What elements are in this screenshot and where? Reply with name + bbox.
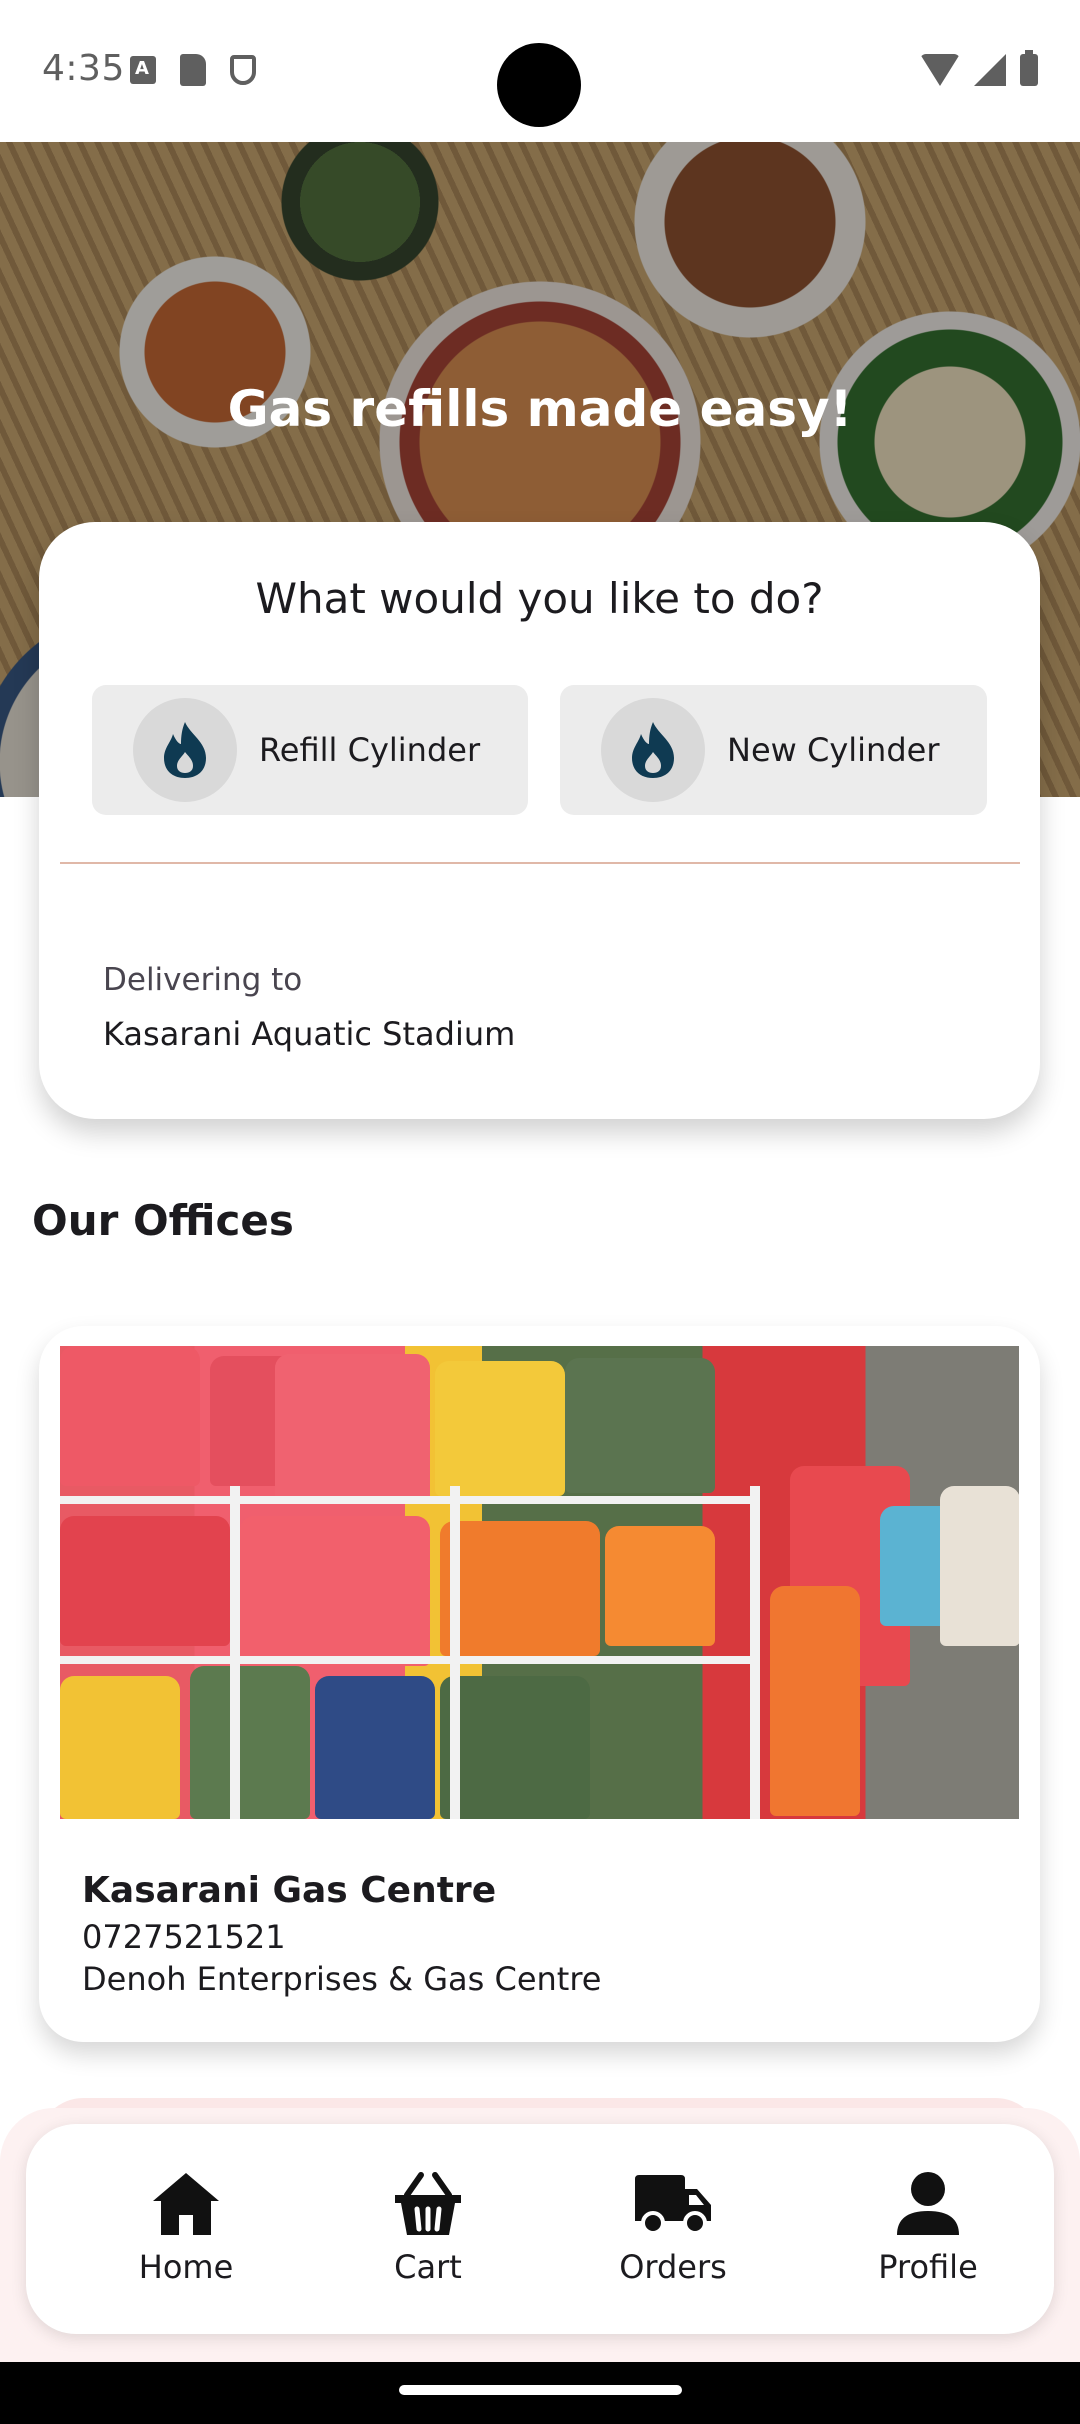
offices-section-title: Our Offices (32, 1196, 294, 1245)
delivering-to-label: Delivering to (103, 962, 303, 998)
nav-orders[interactable]: Orders (583, 2164, 763, 2286)
cylinder-shape (940, 1486, 1019, 1646)
cylinder-shape (240, 1516, 430, 1666)
home-icon (96, 2164, 276, 2244)
nav-cart-label: Cart (394, 2248, 462, 2286)
rack-bar (750, 1486, 760, 1819)
flame-icon (632, 722, 674, 778)
app-screen: 4:35 Gas refills made easy! What would y… (0, 0, 1080, 2424)
status-bar: 4:35 (0, 0, 1080, 142)
new-cylinder-label: New Cylinder (727, 731, 940, 769)
nav-orders-label: Orders (619, 2248, 727, 2286)
nav-home[interactable]: Home (96, 2164, 276, 2286)
nav-profile[interactable]: Profile (838, 2164, 1018, 2286)
a-notification-icon (130, 56, 156, 84)
battery-icon (1020, 50, 1038, 86)
cylinder-shape (440, 1521, 600, 1656)
action-card: What would you like to do? Refill Cylind… (39, 522, 1040, 1119)
cylinder-shape (315, 1676, 435, 1819)
rack-bar (450, 1486, 460, 1819)
sd-card-icon (180, 54, 206, 86)
cylinder-shape (275, 1354, 430, 1504)
new-cylinder-button[interactable]: New Cylinder (560, 685, 987, 815)
rack-bar (60, 1656, 760, 1664)
shield-icon (230, 55, 256, 85)
cylinder-shape (605, 1526, 715, 1646)
card-question: What would you like to do? (255, 574, 824, 623)
cylinder-shape (190, 1666, 310, 1819)
flame-icon-container (601, 698, 705, 802)
rack-bar (230, 1486, 240, 1819)
refill-cylinder-button[interactable]: Refill Cylinder (92, 685, 528, 815)
office-photo (60, 1346, 1019, 1819)
rack-bar (60, 1496, 760, 1504)
card-divider (60, 862, 1020, 864)
person-icon (838, 2164, 1018, 2244)
cylinder-shape (60, 1516, 230, 1646)
flame-icon-container (133, 698, 237, 802)
nav-home-label: Home (138, 2248, 234, 2286)
cylinder-shape (60, 1346, 200, 1486)
flame-icon (164, 722, 206, 778)
cylinder-shape (435, 1361, 565, 1496)
nav-profile-label: Profile (878, 2248, 978, 2286)
office-company: Denoh Enterprises & Gas Centre (82, 1960, 602, 1998)
bottom-navigation: Home Cart Orders Profile (26, 2124, 1054, 2334)
nav-cart[interactable]: Cart (338, 2164, 518, 2286)
status-icons-left (130, 54, 256, 86)
wifi-icon (920, 54, 960, 86)
status-icons-right (920, 50, 1038, 86)
office-name: Kasarani Gas Centre (82, 1870, 497, 1911)
gesture-handle[interactable] (399, 2385, 682, 2395)
hero-title: Gas refills made easy! (227, 380, 853, 438)
basket-icon (338, 2164, 518, 2244)
delivery-location[interactable]: Kasarani Aquatic Stadium (103, 1015, 515, 1053)
office-phone[interactable]: 0727521521 (82, 1918, 286, 1956)
cylinder-shape (440, 1676, 590, 1819)
signal-icon (974, 54, 1006, 86)
truck-icon (583, 2164, 763, 2244)
cylinder-shape (565, 1358, 715, 1493)
cylinder-shape (60, 1676, 180, 1819)
camera-cutout (497, 43, 581, 127)
cylinder-shape (770, 1586, 860, 1816)
refill-cylinder-label: Refill Cylinder (259, 731, 481, 769)
office-card[interactable]: Kasarani Gas Centre 0727521521 Denoh Ent… (39, 1326, 1040, 2042)
status-time: 4:35 (42, 48, 125, 89)
